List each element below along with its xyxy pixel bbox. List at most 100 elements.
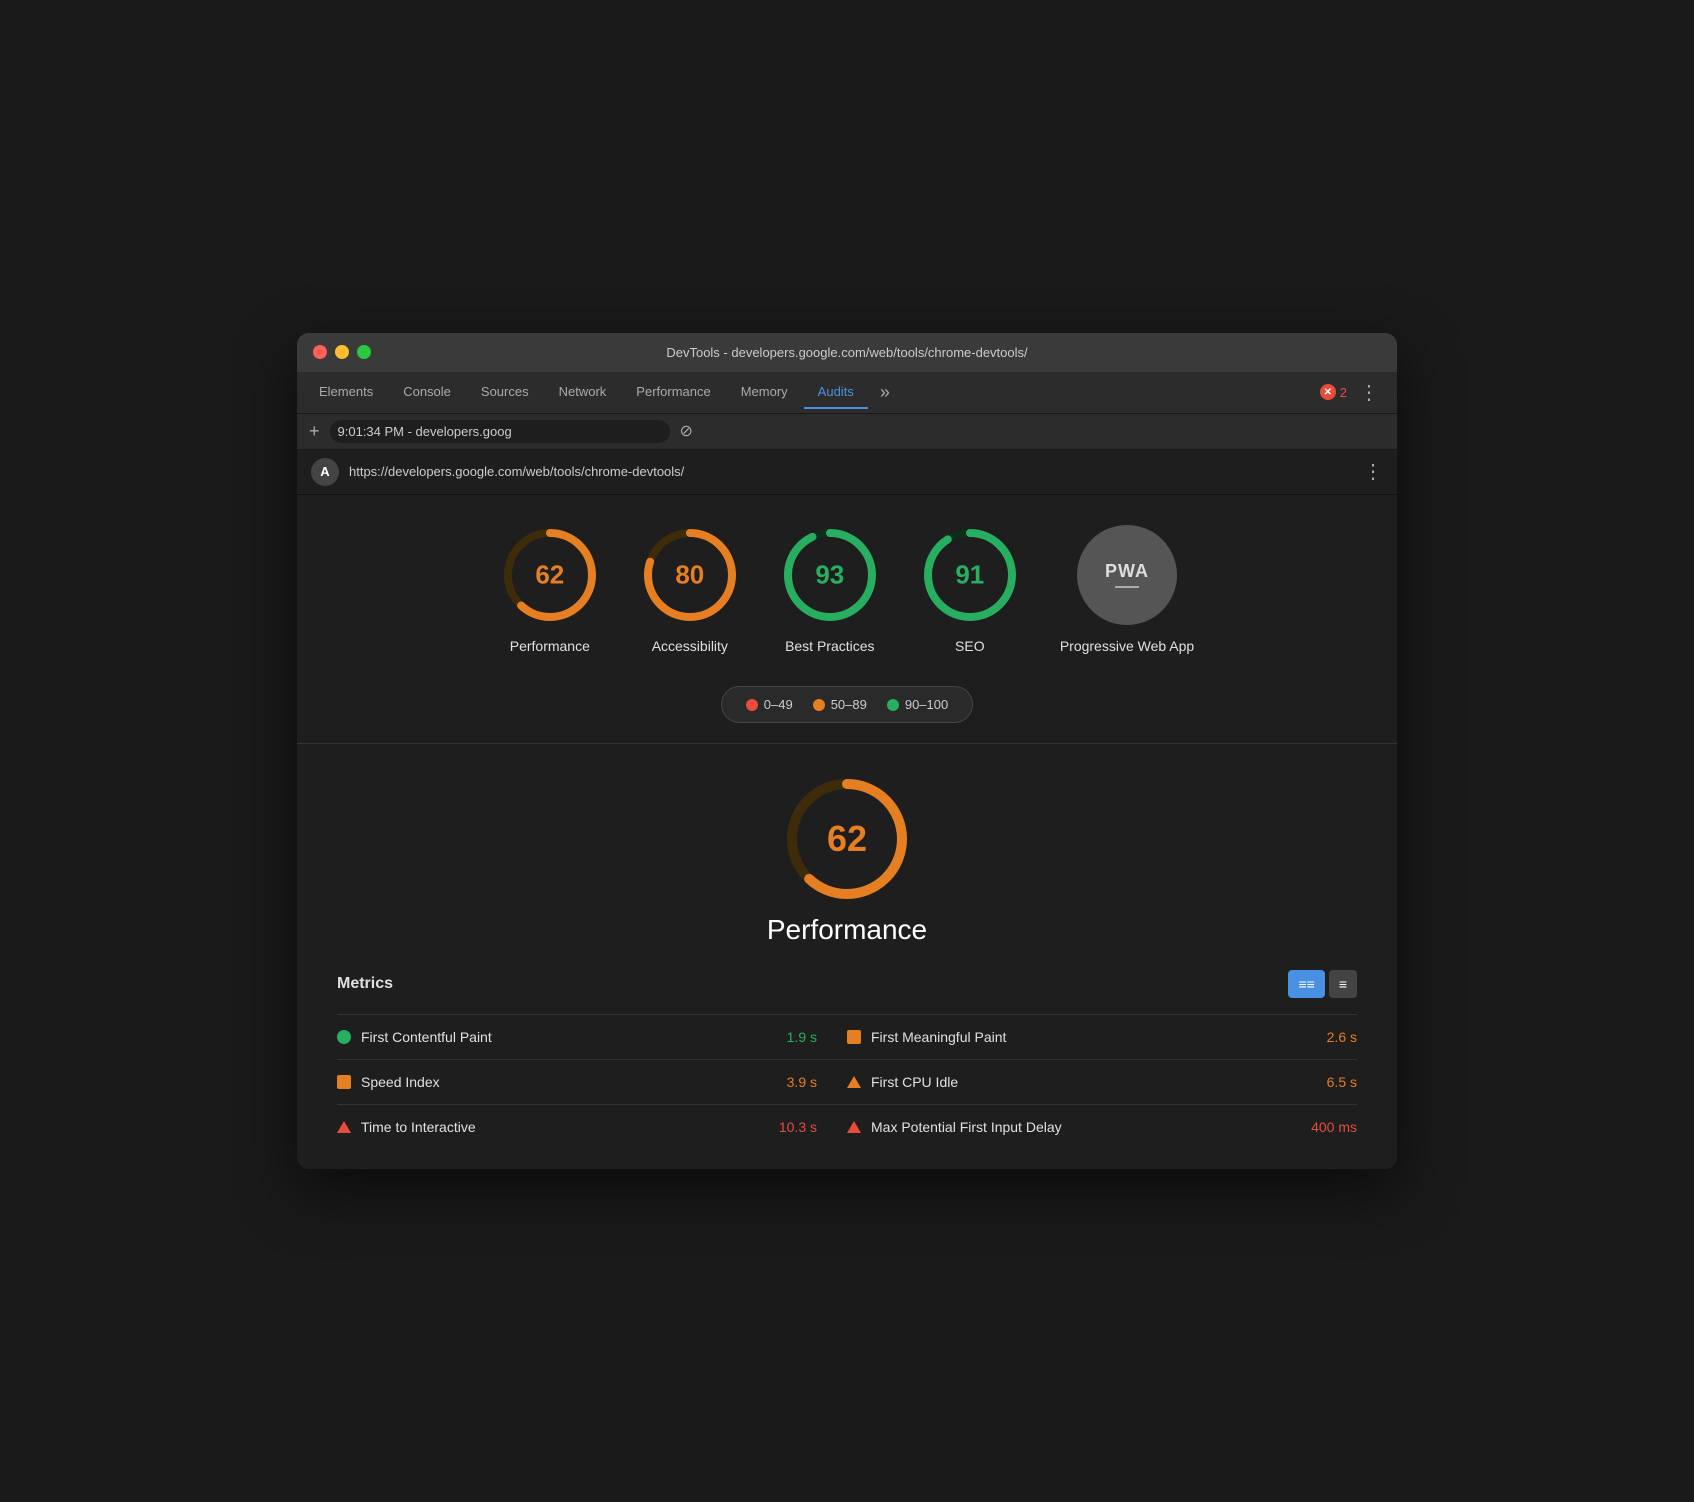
perf-detail-gauge: 62 xyxy=(782,774,912,904)
perf-detail-title: Performance xyxy=(767,914,927,946)
tab-more-button[interactable]: » xyxy=(870,374,900,411)
legend-dot-green xyxy=(887,699,899,711)
close-button[interactable] xyxy=(313,345,327,359)
perf-detail-value: 62 xyxy=(827,818,867,860)
pwa-text: PWA xyxy=(1105,561,1149,582)
legend-range-green: 90–100 xyxy=(905,697,948,712)
metric-name-fmp: First Meaningful Paint xyxy=(871,1029,1006,1045)
perf-section: 62 Performance Metrics ≡≡ ≡ xyxy=(337,764,1357,1149)
metric-row-2: Time to Interactive 10.3 s Max Potential… xyxy=(337,1104,1357,1149)
title-bar: DevTools - developers.google.com/web/too… xyxy=(297,333,1397,372)
window-title: DevTools - developers.google.com/web/too… xyxy=(666,345,1027,360)
metric-icon-mpfid xyxy=(847,1121,861,1133)
metric-value-fmp: 2.6 s xyxy=(1327,1029,1357,1045)
metric-value-si: 3.9 s xyxy=(787,1074,847,1090)
pwa-circle: PWA xyxy=(1077,525,1177,625)
address-bar: + ⊘ xyxy=(297,414,1397,450)
metrics-section-title: Metrics xyxy=(337,975,393,993)
score-label-performance: Performance xyxy=(510,637,590,657)
score-performance: 62 Performance xyxy=(500,525,600,657)
score-label-best-practices: Best Practices xyxy=(785,637,874,657)
reload-button[interactable]: ⊘ xyxy=(680,421,693,441)
metric-row-0: First Contentful Paint 1.9 s First Meani… xyxy=(337,1014,1357,1059)
site-icon: A xyxy=(311,458,339,486)
score-accessibility: 80 Accessibility xyxy=(640,525,740,657)
tab-performance[interactable]: Performance xyxy=(622,376,724,409)
metric-value-tti: 10.3 s xyxy=(779,1119,847,1135)
metric-name-tti: Time to Interactive xyxy=(361,1119,476,1135)
metric-icon-fcp xyxy=(337,1030,351,1044)
metrics-list: First Contentful Paint 1.9 s First Meani… xyxy=(337,1014,1357,1149)
main-content: 62 Performance 80 Accessibility xyxy=(297,495,1397,1170)
url-bar: A https://developers.google.com/web/tool… xyxy=(297,450,1397,495)
score-pwa: PWA Progressive Web App xyxy=(1060,525,1194,657)
metrics-toggle: ≡≡ ≡ xyxy=(1288,970,1357,998)
legend-red: 0–49 xyxy=(746,697,793,712)
legend-range-orange: 50–89 xyxy=(831,697,867,712)
tab-audits[interactable]: Audits xyxy=(804,376,868,409)
score-label-seo: SEO xyxy=(955,637,985,657)
minimize-button[interactable] xyxy=(335,345,349,359)
score-label-accessibility: Accessibility xyxy=(652,637,728,657)
metric-left-2: Time to Interactive 10.3 s xyxy=(337,1119,847,1135)
gauge-value-best-practices: 93 xyxy=(815,559,844,590)
list-icon: ≡ xyxy=(1339,976,1347,992)
score-seo: 91 SEO xyxy=(920,525,1020,657)
metric-right-1: First CPU Idle 6.5 s xyxy=(847,1074,1357,1090)
legend-dot-orange xyxy=(813,699,825,711)
score-best-practices: 93 Best Practices xyxy=(780,525,880,657)
url-more-button[interactable]: ⋮ xyxy=(1363,459,1383,484)
gauge-value-accessibility: 80 xyxy=(675,559,704,590)
url-text: https://developers.google.com/web/tools/… xyxy=(349,464,1353,479)
metric-left-0: First Contentful Paint 1.9 s xyxy=(337,1029,847,1045)
metric-value-mpfid: 400 ms xyxy=(1311,1119,1357,1135)
metric-value-fcp: 1.9 s xyxy=(787,1029,847,1045)
legend-range-red: 0–49 xyxy=(764,697,793,712)
metric-name-fci: First CPU Idle xyxy=(871,1074,958,1090)
error-icon: ✕ xyxy=(1320,384,1336,400)
metrics-header: Metrics ≡≡ ≡ xyxy=(337,970,1357,998)
tab-sources[interactable]: Sources xyxy=(467,376,543,409)
metric-icon-tti xyxy=(337,1121,351,1133)
legend-orange: 50–89 xyxy=(813,697,867,712)
scores-row: 62 Performance 80 Accessibility xyxy=(337,525,1357,657)
gauge-value-seo: 91 xyxy=(955,559,984,590)
toggle-list-button[interactable]: ≡ xyxy=(1329,970,1357,998)
metric-right-0: First Meaningful Paint 2.6 s xyxy=(847,1029,1357,1045)
metric-name-si: Speed Index xyxy=(361,1074,440,1090)
metric-name-fcp: First Contentful Paint xyxy=(361,1029,492,1045)
new-tab-button[interactable]: + xyxy=(309,421,320,442)
pwa-dash xyxy=(1115,586,1139,588)
tab-network[interactable]: Network xyxy=(545,376,621,409)
maximize-button[interactable] xyxy=(357,345,371,359)
legend-green: 90–100 xyxy=(887,697,948,712)
tab-memory[interactable]: Memory xyxy=(727,376,802,409)
metric-value-fci: 6.5 s xyxy=(1327,1074,1357,1090)
metric-right-2: Max Potential First Input Delay 400 ms xyxy=(847,1119,1357,1135)
grid-icon: ≡≡ xyxy=(1298,976,1314,992)
devtools-menu-button[interactable]: ⋮ xyxy=(1349,372,1389,413)
gauge-accessibility: 80 xyxy=(640,525,740,625)
gauge-best-practices: 93 xyxy=(780,525,880,625)
metric-icon-fmp xyxy=(847,1030,861,1044)
traffic-lights xyxy=(313,345,371,359)
metric-icon-fci xyxy=(847,1076,861,1088)
metric-row-1: Speed Index 3.9 s First CPU Idle 6.5 s xyxy=(337,1059,1357,1104)
browser-window: DevTools - developers.google.com/web/too… xyxy=(297,333,1397,1170)
legend-dot-red xyxy=(746,699,758,711)
gauge-performance: 62 xyxy=(500,525,600,625)
tab-errors: ✕ 2 xyxy=(1320,384,1347,400)
error-count: 2 xyxy=(1340,385,1347,400)
section-divider xyxy=(297,743,1397,744)
tab-elements[interactable]: Elements xyxy=(305,376,387,409)
toggle-grid-button[interactable]: ≡≡ xyxy=(1288,970,1324,998)
address-input[interactable] xyxy=(330,420,670,443)
metric-left-1: Speed Index 3.9 s xyxy=(337,1074,847,1090)
metric-name-mpfid: Max Potential First Input Delay xyxy=(871,1119,1062,1135)
metric-icon-si xyxy=(337,1075,351,1089)
gauge-value-performance: 62 xyxy=(535,559,564,590)
tab-console[interactable]: Console xyxy=(389,376,465,409)
score-label-pwa: Progressive Web App xyxy=(1060,637,1194,657)
score-legend: 0–49 50–89 90–100 xyxy=(721,686,973,723)
tab-bar: Elements Console Sources Network Perform… xyxy=(297,372,1397,414)
